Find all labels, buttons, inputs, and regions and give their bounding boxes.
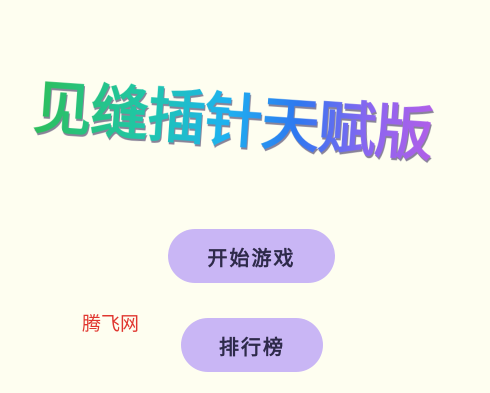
title-area: 见缝插针天赋版 [24, 62, 474, 172]
leaderboard-label: 排行榜 [219, 334, 285, 359]
leaderboard-button[interactable]: 排行榜 [181, 318, 323, 372]
start-game-label: 开始游戏 [207, 245, 296, 270]
watermark-text: 腾飞网 [82, 313, 140, 335]
game-title: 见缝插针天赋版 [31, 73, 435, 169]
start-game-button[interactable]: 开始游戏 [168, 229, 335, 283]
